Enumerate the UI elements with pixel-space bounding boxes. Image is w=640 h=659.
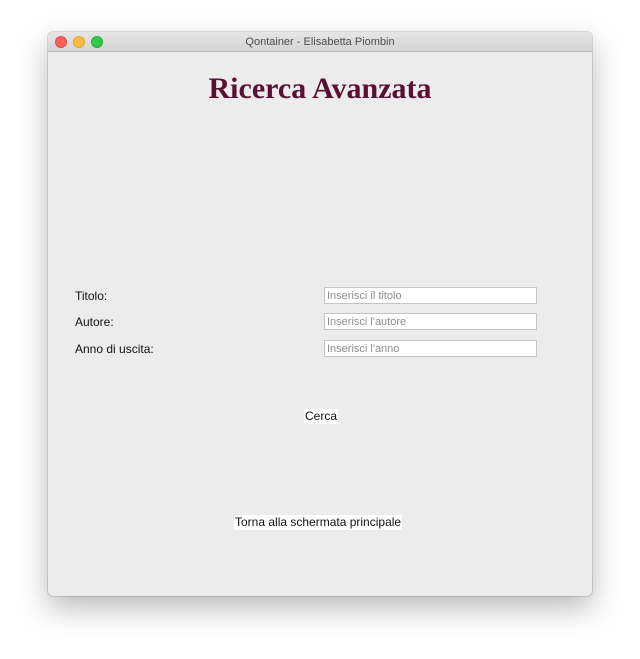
window-title: Qontainer - Elisabetta Piombin: [245, 36, 395, 48]
author-input[interactable]: [324, 313, 537, 330]
back-to-main-button[interactable]: Torna alla schermata principale: [234, 515, 403, 530]
title-label: Titolo:: [75, 289, 108, 303]
year-label: Anno di uscita:: [75, 342, 154, 356]
title-input[interactable]: [324, 287, 537, 304]
app-window: Qontainer - Elisabetta Piombin Ricerca A…: [48, 32, 592, 596]
search-button[interactable]: Cerca: [304, 409, 339, 424]
page-title: Ricerca Avanzata: [208, 72, 432, 105]
author-label: Autore:: [75, 315, 114, 329]
title-bar[interactable]: Qontainer - Elisabetta Piombin: [48, 32, 592, 52]
year-input[interactable]: [324, 340, 537, 357]
